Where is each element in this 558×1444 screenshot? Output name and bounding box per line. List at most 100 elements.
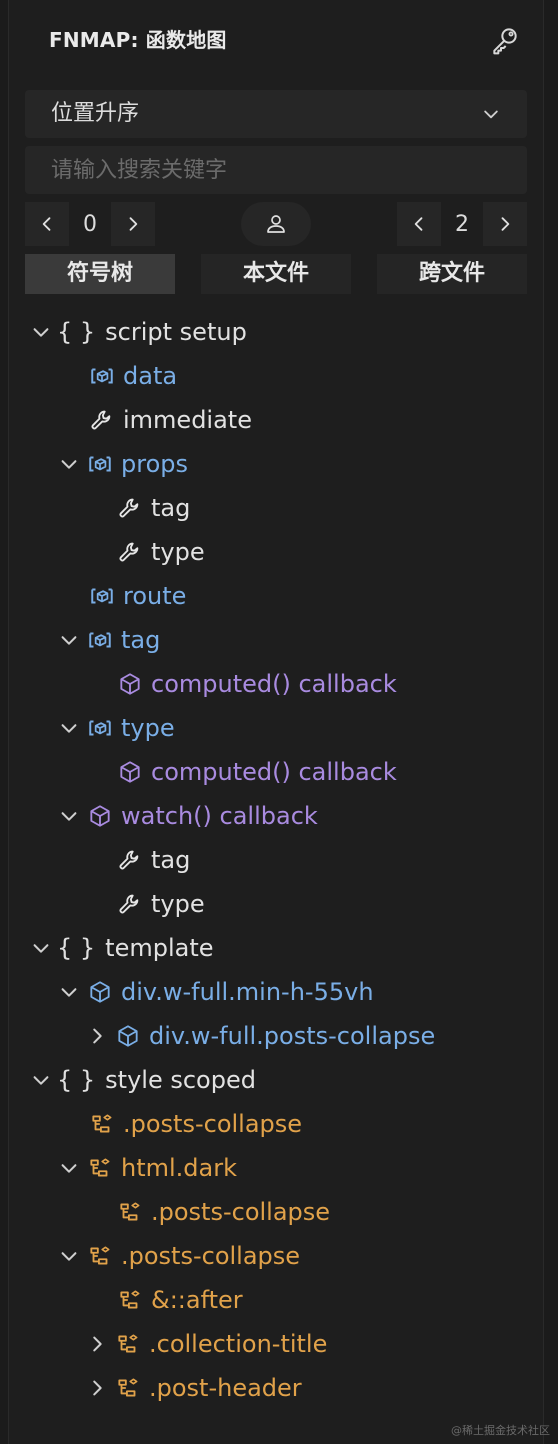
chevron-right-icon bbox=[129, 217, 138, 231]
tree-node-style-scoped[interactable]: { } style scoped bbox=[29, 1058, 256, 1102]
chevron-down-icon[interactable] bbox=[29, 936, 53, 960]
tab-cross-file[interactable]: 跨文件 bbox=[377, 254, 527, 294]
tree-node-label: .posts-collapse bbox=[151, 1198, 331, 1226]
user-button[interactable] bbox=[241, 202, 311, 246]
tree-node-sel-posts-collapse[interactable]: .posts-collapse bbox=[87, 1102, 302, 1146]
tree-node-watch-type[interactable]: type bbox=[115, 882, 205, 926]
user-icon bbox=[267, 215, 285, 233]
wrench-icon bbox=[115, 537, 145, 567]
tree-node-route[interactable]: route bbox=[87, 574, 186, 618]
chevron-down-icon[interactable] bbox=[57, 804, 81, 828]
pager-left-value: 0 bbox=[69, 202, 111, 246]
cube-icon bbox=[115, 669, 145, 699]
tree-node-label: div.w-full.posts-collapse bbox=[149, 1022, 436, 1050]
tree-node-label: tag bbox=[121, 626, 161, 654]
tree-node-props-type[interactable]: type bbox=[115, 530, 205, 574]
tree-node-label: type bbox=[121, 714, 175, 742]
braces-icon: { } bbox=[57, 1066, 96, 1094]
chevron-down-icon[interactable] bbox=[57, 716, 81, 740]
chevron-down-icon[interactable] bbox=[57, 452, 81, 476]
tree-node-tag-computed[interactable]: computed() callback bbox=[115, 662, 397, 706]
selector-icon bbox=[85, 1241, 115, 1271]
pager-right-next-button[interactable] bbox=[483, 202, 527, 246]
tree-node-label: style scoped bbox=[105, 1066, 256, 1094]
wrench-icon bbox=[87, 405, 117, 435]
selector-icon bbox=[115, 1285, 145, 1315]
tree-node-sel-dark-posts-collapse[interactable]: .posts-collapse bbox=[115, 1190, 330, 1234]
tree-node-label: data bbox=[123, 362, 178, 390]
tree-node-sel-after[interactable]: &::after bbox=[115, 1278, 243, 1322]
tree-node-props-tag[interactable]: tag bbox=[115, 486, 190, 530]
cube-icon bbox=[85, 977, 115, 1007]
selector-icon bbox=[113, 1329, 143, 1359]
tree-node-label: props bbox=[121, 450, 188, 478]
tree-node-props[interactable]: props bbox=[57, 442, 188, 486]
tree-node-label: div.w-full.min-h-55vh bbox=[121, 978, 374, 1006]
tree-node-div-main[interactable]: div.w-full.min-h-55vh bbox=[57, 970, 374, 1014]
chevron-right-icon bbox=[501, 217, 510, 231]
chevron-down-icon[interactable] bbox=[57, 1156, 81, 1180]
tree-node-immediate[interactable]: immediate bbox=[87, 398, 252, 442]
search-input[interactable] bbox=[25, 146, 527, 194]
variable-icon bbox=[85, 713, 115, 743]
tree-node-label: .posts-collapse bbox=[121, 1242, 301, 1270]
chevron-right-icon[interactable] bbox=[85, 1024, 109, 1048]
pager-right-value: 2 bbox=[441, 202, 483, 246]
pager-left-next-button[interactable] bbox=[111, 202, 155, 246]
tree-node-type[interactable]: type bbox=[57, 706, 175, 750]
chevron-down-icon[interactable] bbox=[57, 1244, 81, 1268]
selector-icon bbox=[115, 1197, 145, 1227]
tree-node-type-computed[interactable]: computed() callback bbox=[115, 750, 397, 794]
sort-select[interactable]: 位置升序 bbox=[25, 90, 527, 138]
tab-this-file[interactable]: 本文件 bbox=[201, 254, 351, 294]
tree-node-data[interactable]: data bbox=[87, 354, 177, 398]
tree-node-label: immediate bbox=[123, 406, 252, 434]
selector-icon bbox=[85, 1153, 115, 1183]
tree-node-label: tag bbox=[151, 846, 191, 874]
selector-icon bbox=[87, 1109, 117, 1139]
key-icon bbox=[493, 28, 517, 55]
chevron-right-icon[interactable] bbox=[85, 1376, 109, 1400]
tab-symbol-tree[interactable]: 符号树 bbox=[25, 254, 175, 294]
tree-node-template[interactable]: { } template bbox=[29, 926, 214, 970]
tree-node-label: .posts-collapse bbox=[123, 1110, 303, 1138]
tree-node-watch-tag[interactable]: tag bbox=[115, 838, 190, 882]
tree-node-sel-post-header[interactable]: .post-header bbox=[85, 1366, 302, 1410]
chevron-left-icon bbox=[42, 217, 51, 231]
pager-left-prev-button[interactable] bbox=[25, 202, 69, 246]
tree-node-sel-posts-collapse-2[interactable]: .posts-collapse bbox=[57, 1234, 300, 1278]
tree-node-div-posts[interactable]: div.w-full.posts-collapse bbox=[85, 1014, 435, 1058]
tree-node-sel-html-dark[interactable]: html.dark bbox=[57, 1146, 237, 1190]
pager-right-prev-button[interactable] bbox=[397, 202, 441, 246]
tree-node-label: &::after bbox=[151, 1286, 243, 1314]
chevron-down-icon[interactable] bbox=[29, 1068, 53, 1092]
pager-left: 0 bbox=[25, 202, 155, 246]
selector-icon bbox=[113, 1373, 143, 1403]
chevron-down-icon bbox=[481, 104, 501, 124]
tree-node-label: watch() callback bbox=[121, 802, 318, 830]
tree-node-script-setup[interactable]: { } script setup bbox=[29, 310, 247, 354]
tree-node-watch[interactable]: watch() callback bbox=[57, 794, 318, 838]
chevron-right-icon[interactable] bbox=[85, 1332, 109, 1356]
tab-bar: 符号树 本文件 跨文件 bbox=[25, 254, 527, 294]
cube-icon bbox=[85, 801, 115, 831]
chevron-down-icon[interactable] bbox=[57, 628, 81, 652]
sort-select-value: 位置升序 bbox=[51, 101, 140, 126]
tree-node-label: template bbox=[105, 934, 214, 962]
pager-right: 2 bbox=[397, 202, 527, 246]
key-button[interactable] bbox=[487, 22, 523, 58]
tree-node-label: html.dark bbox=[121, 1154, 238, 1182]
tree-node-label: script setup bbox=[105, 318, 247, 346]
panel-title: FNMAP: 函数地图 bbox=[49, 28, 227, 52]
variable-icon bbox=[87, 361, 117, 391]
chevron-down-icon[interactable] bbox=[57, 980, 81, 1004]
wrench-icon bbox=[115, 493, 145, 523]
tree-node-label: type bbox=[151, 890, 205, 918]
tree-node-tag[interactable]: tag bbox=[57, 618, 160, 662]
watermark: @稀土掘金技术社区 bbox=[451, 1424, 550, 1437]
chevron-down-icon[interactable] bbox=[29, 320, 53, 344]
variable-icon bbox=[85, 625, 115, 655]
chevron-left-icon bbox=[414, 217, 423, 231]
tree-node-label: .post-header bbox=[149, 1374, 302, 1402]
tree-node-sel-collection-title[interactable]: .collection-title bbox=[85, 1322, 327, 1366]
